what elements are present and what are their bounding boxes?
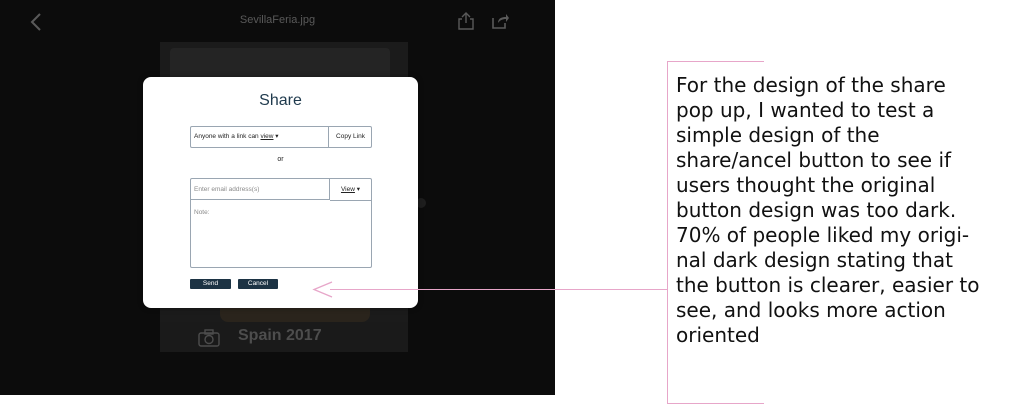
arrow-left-icon (312, 281, 333, 298)
share-dialog: Share Anyone with a link can view ▾ Copy… (143, 77, 418, 308)
send-button[interactable]: Send (190, 279, 231, 289)
annotation-text: For the design of the share pop up, I wa… (676, 73, 980, 347)
album-caption: Spain 2017 (238, 327, 322, 344)
top-bar: SevillaFeria.jpg (0, 0, 555, 44)
email-share-box: Enter email address(s) View ▾ Note: (190, 178, 372, 268)
upload-icon[interactable] (456, 11, 476, 31)
chevron-down-icon: ▾ (354, 186, 361, 193)
annotation-arrow-line (330, 289, 667, 290)
copy-link-button[interactable]: Copy Link (330, 127, 371, 147)
link-share-row: Anyone with a link can view ▾ Copy Link (190, 126, 372, 148)
note-field[interactable]: Note: (194, 209, 210, 216)
link-permission-value: view (260, 133, 274, 140)
email-permission-value: View (340, 186, 355, 193)
chevron-down-icon: ▾ (273, 133, 279, 140)
share-icon[interactable] (490, 12, 510, 30)
link-permission-prefix: Anyone with a link can (194, 133, 261, 140)
cancel-button[interactable]: Cancel (238, 279, 278, 289)
link-permission-dropdown[interactable]: Anyone with a link can view ▾ (191, 127, 329, 147)
email-permission-dropdown[interactable]: View ▾ (330, 179, 371, 201)
or-separator: or (277, 156, 284, 163)
camera-icon (198, 329, 220, 347)
dialog-title: Share (259, 92, 302, 109)
email-input[interactable]: Enter email address(s) (191, 179, 330, 200)
